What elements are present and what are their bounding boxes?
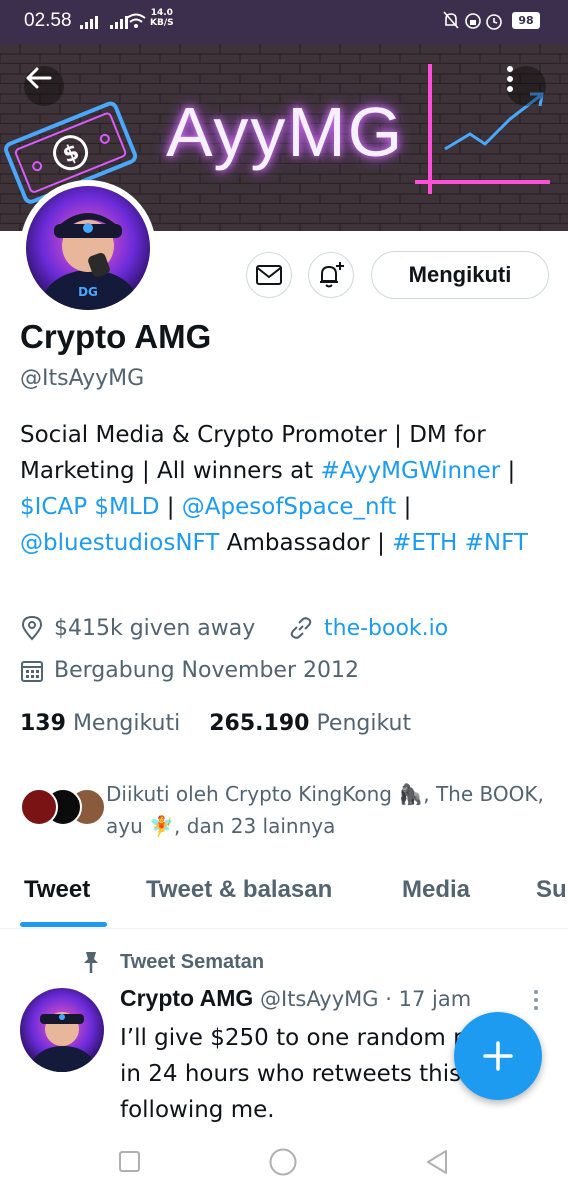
profile-website[interactable]: the-book.io — [288, 615, 448, 641]
avatar-image — [20, 988, 104, 1072]
plus-icon — [483, 1041, 513, 1071]
bio-text: Ambassador | — [219, 530, 393, 556]
bio-hashtag-link[interactable]: #ETH — [392, 530, 457, 556]
bio-text: | — [159, 494, 182, 520]
back-button[interactable] — [24, 66, 64, 106]
status-time: 02.58 — [24, 10, 72, 31]
profile-name: Crypto AMG — [20, 318, 212, 355]
bio-mention-link[interactable]: @ApesofSpace_nft — [182, 494, 397, 520]
following-count-link[interactable]: 139 Mengikuti — [20, 711, 180, 736]
mutual-avatar — [20, 788, 58, 826]
followers-count: 265.190 — [209, 711, 310, 736]
profile-location: $415k given away — [20, 615, 255, 641]
followed-by-text[interactable]: Diikuti oleh Crypto KingKong 🦍, The BOOK… — [106, 778, 546, 842]
tweet-separator: · — [385, 987, 392, 1011]
battery-indicator: 98 — [512, 12, 540, 29]
bio-hashtag-link[interactable]: #AyyMGWinner — [321, 458, 501, 484]
profile-handle: @ItsAyyMG — [20, 366, 145, 391]
tab-tweets[interactable]: Tweet — [24, 876, 90, 904]
status-icons — [443, 11, 502, 30]
pin-icon — [84, 952, 98, 973]
arrow-left-icon — [26, 67, 52, 89]
mail-icon — [256, 265, 282, 285]
following-button[interactable]: Mengikuti — [371, 251, 549, 299]
followers-count-link[interactable]: 265.190 Pengikut — [209, 711, 411, 736]
bio-mention-link[interactable]: @bluestudiosNFT — [20, 530, 219, 556]
bell-plus-icon — [320, 262, 344, 288]
bio-text — [457, 530, 464, 556]
tweet-more-icon[interactable] — [530, 989, 542, 1011]
profile-bio: Social Media & Crypto Promoter | DM for … — [20, 417, 550, 561]
tab-likes[interactable]: Suka — [536, 876, 568, 904]
more-vertical-icon — [507, 66, 513, 92]
wifi-icon — [126, 13, 146, 28]
tweet-author-handle: @ItsAyyMG — [260, 987, 379, 1011]
profile-avatar[interactable]: DG — [20, 180, 156, 316]
calendar-icon — [21, 660, 43, 682]
svg-text:DG: DG — [78, 285, 98, 299]
back-triangle-icon[interactable] — [424, 1148, 450, 1176]
profile-tabs: Tweet Tweet & balasan Media Suka — [0, 860, 568, 929]
speed-value: 14.0 — [150, 8, 173, 18]
active-tab-indicator — [20, 922, 107, 927]
status-bar: 02.58 14.0 KB/S 98 — [0, 0, 568, 44]
pinned-label-text: Tweet Sematan — [120, 950, 265, 973]
profile-joined: Bergabung November 2012 — [20, 658, 359, 683]
pinned-tweet-label: Tweet Sematan — [80, 950, 264, 974]
tweet-author-name[interactable]: Crypto AMG — [120, 985, 253, 1011]
bio-cashtag-link[interactable]: $MLD — [94, 494, 159, 520]
bio-cashtag-link[interactable]: $ICAP — [20, 494, 87, 520]
message-button[interactable] — [246, 252, 292, 298]
more-options-button[interactable] — [506, 66, 546, 106]
compose-tweet-button[interactable] — [454, 1012, 542, 1100]
joined-text: Bergabung November 2012 — [54, 658, 359, 683]
bio-text: | — [500, 458, 516, 484]
avatar-image: DG — [26, 186, 150, 310]
tweet-author-avatar[interactable] — [20, 988, 104, 1072]
recent-apps-icon[interactable] — [118, 1150, 142, 1174]
location-text: $415k given away — [54, 615, 256, 641]
link-icon — [290, 617, 312, 639]
banner-logo-text: AyyMG — [166, 93, 405, 171]
bio-hashtag-link[interactable]: #NFT — [465, 530, 528, 556]
follow-counts: 139 Mengikuti 265.190 Pengikut — [20, 711, 411, 736]
website-link[interactable]: the-book.io — [324, 616, 448, 641]
followers-label: Pengikut — [316, 711, 412, 736]
network-speed: 14.0 KB/S — [150, 8, 174, 28]
tweet-time: 17 jam — [398, 987, 472, 1011]
following-count: 139 — [20, 711, 66, 736]
system-nav-bar — [0, 1128, 568, 1200]
home-circle-icon[interactable] — [268, 1147, 298, 1177]
bio-text: | — [396, 494, 412, 520]
tab-tweets-replies[interactable]: Tweet & balasan — [146, 876, 332, 904]
tweet-header: Crypto AMG @ItsAyyMG · 17 jam — [120, 985, 471, 1012]
notify-button[interactable] — [308, 252, 354, 298]
following-label: Mengikuti — [72, 711, 181, 736]
location-pin-icon — [21, 615, 43, 641]
tab-media[interactable]: Media — [402, 876, 470, 904]
speed-unit: KB/S — [150, 18, 174, 28]
